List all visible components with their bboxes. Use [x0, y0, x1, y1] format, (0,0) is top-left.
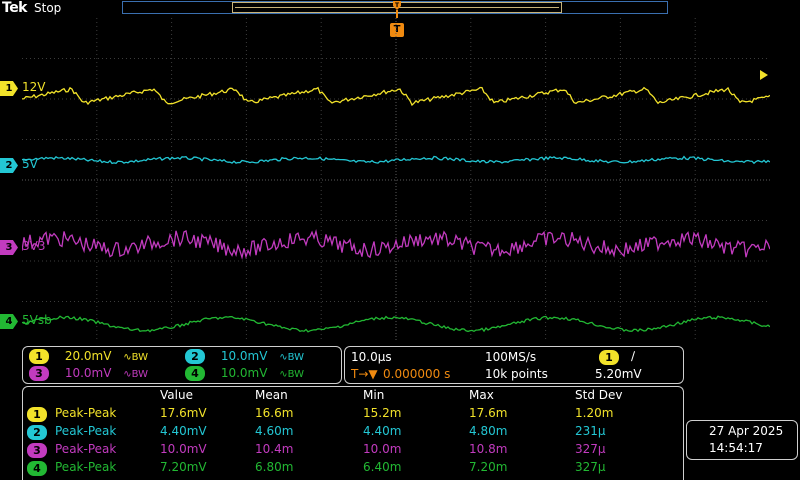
measurement-std: 231µ — [575, 424, 606, 438]
measurement-ch-badge: 4 — [27, 461, 47, 476]
ch4-badge: 4 — [185, 366, 205, 381]
ch1-marker[interactable]: 1 — [0, 81, 18, 96]
header-std-dev: Std Dev — [575, 388, 623, 402]
ch4-bandwidth-icon: ∿BW — [279, 369, 305, 380]
waveform-display[interactable] — [22, 18, 770, 342]
measurement-value: 10.0mV — [160, 442, 207, 456]
run-state[interactable]: Stop — [34, 1, 61, 15]
ch2-scale[interactable]: 2 10.0mV ∿BW — [185, 349, 304, 364]
ch2-marker[interactable]: 2 — [0, 158, 18, 173]
measurement-min: 15.2m — [363, 406, 402, 420]
measurement-name: Peak-Peak — [55, 442, 117, 456]
brand-logo: Tek — [2, 0, 28, 16]
trigger-slope-icon: ∕ — [631, 349, 636, 363]
measurement-mean: 4.60m — [255, 424, 294, 438]
header-min: Min — [363, 388, 385, 402]
measurement-min: 10.0m — [363, 442, 402, 456]
ch3-bandwidth-icon: ∿BW — [123, 369, 149, 380]
ch3-marker[interactable]: 3 — [0, 240, 18, 255]
measurement-row[interactable]: 1 Peak-Peak 17.6mV 16.6m 15.2m 17.6m 1.20m — [23, 406, 683, 424]
measurement-ch-badge: 1 — [27, 407, 47, 422]
ch4-marker[interactable]: 4 — [0, 314, 18, 329]
measurement-value: 4.40mV — [160, 424, 207, 438]
header-mean: Mean — [255, 388, 288, 402]
trigger-level-icon[interactable] — [760, 70, 768, 80]
trigger-level[interactable]: 5.20mV — [595, 367, 642, 381]
measurement-ch-badge: 2 — [27, 425, 47, 440]
ch1-bandwidth-icon: ∿BW — [123, 352, 149, 363]
measurement-min: 6.40m — [363, 460, 402, 474]
graticule — [22, 18, 770, 342]
trigger-source-badge[interactable]: 1 — [599, 350, 619, 365]
horizontal-trigger-panel[interactable]: 10.0µs 100MS/s T→▼ 0.000000 s 10k points… — [344, 346, 684, 384]
vertical-settings-panel: 1 20.0mV ∿BW 2 10.0mV ∿BW 3 10.0mV ∿BW 4… — [22, 346, 342, 384]
timebase-scale[interactable]: 10.0µs — [351, 350, 392, 364]
measurement-std: 1.20m — [575, 406, 614, 420]
measurement-ch-badge: 3 — [27, 443, 47, 458]
measurement-row[interactable]: 4 Peak-Peak 7.20mV 6.80m 6.40m 7.20m 327µ — [23, 460, 683, 478]
header-max: Max — [469, 388, 494, 402]
measurement-std: 327µ — [575, 442, 606, 456]
measurement-min: 4.40m — [363, 424, 402, 438]
measurement-name: Peak-Peak — [55, 424, 117, 438]
status-bar: Tek Stop T — [0, 0, 800, 18]
measurement-max: 4.80m — [469, 424, 508, 438]
measurement-mean: 6.80m — [255, 460, 294, 474]
date: 27 Apr 2025 — [709, 424, 784, 438]
record-length[interactable]: 10k points — [485, 367, 548, 381]
ch4-scale[interactable]: 4 10.0mV ∿BW — [185, 366, 304, 381]
ch3-scale[interactable]: 3 10.0mV ∿BW — [29, 366, 148, 381]
ch2-bandwidth-icon: ∿BW — [279, 352, 305, 363]
sample-rate: 100MS/s — [485, 350, 537, 364]
header-value: Value — [160, 388, 193, 402]
measurements-panel: Value Mean Min Max Std Dev 1 Peak-Peak 17.… — [22, 386, 684, 480]
trigger-position[interactable]: 0.000000 s — [383, 367, 450, 381]
measurement-std: 327µ — [575, 460, 606, 474]
trigger-position-icon[interactable]: T — [391, 0, 403, 18]
ch4-label: 5Vsb — [22, 313, 52, 327]
measurement-name: Peak-Peak — [55, 406, 117, 420]
ch2-label: 5V — [22, 157, 38, 171]
measurement-value: 7.20mV — [160, 460, 207, 474]
ch2-badge: 2 — [185, 349, 205, 364]
ch1-scale-value: 20.0mV — [64, 349, 112, 363]
ch4-scale-value: 10.0mV — [220, 366, 268, 380]
ch3-scale-value: 10.0mV — [64, 366, 112, 380]
measurements-header: Value Mean Min Max Std Dev — [23, 388, 683, 406]
measurement-mean: 10.4m — [255, 442, 294, 456]
ch3-badge: 3 — [29, 366, 49, 381]
trigger-position-prefix: T→▼ — [351, 367, 378, 381]
ch1-badge: 1 — [29, 349, 49, 364]
measurement-row[interactable]: 2 Peak-Peak 4.40mV 4.60m 4.40m 4.80m 231µ — [23, 424, 683, 442]
time: 14:54:17 — [709, 441, 763, 455]
measurement-value: 17.6mV — [160, 406, 207, 420]
measurement-name: Peak-Peak — [55, 460, 117, 474]
measurement-max: 17.6m — [469, 406, 508, 420]
ch1-scale[interactable]: 1 20.0mV ∿BW — [29, 349, 148, 364]
measurement-max: 7.20m — [469, 460, 508, 474]
ch2-scale-value: 10.0mV — [220, 349, 268, 363]
measurement-max: 10.8m — [469, 442, 508, 456]
waveform-traces — [22, 86, 770, 333]
ch3-label: 3V3 — [22, 239, 46, 253]
measurement-mean: 16.6m — [255, 406, 294, 420]
ch1-label: 12V — [22, 80, 46, 94]
datetime-panel[interactable]: 27 Apr 2025 14:54:17 — [686, 420, 798, 460]
measurement-row[interactable]: 3 Peak-Peak 10.0mV 10.4m 10.0m 10.8m 327µ — [23, 442, 683, 460]
